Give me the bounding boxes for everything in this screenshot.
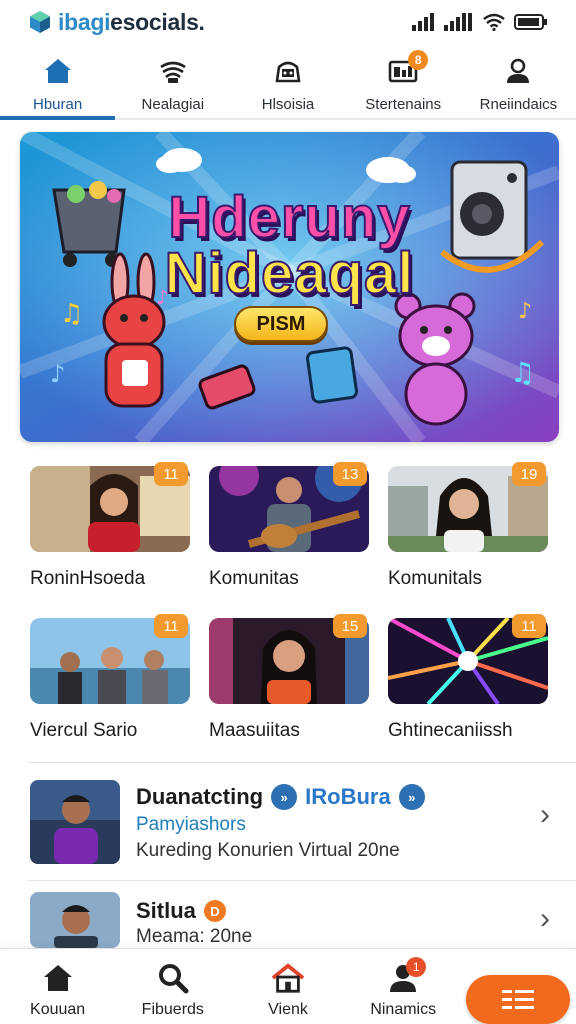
brand: ibagiesocials.: [28, 9, 205, 36]
radio-icon: [158, 56, 188, 86]
list-description: Meama: 20ne: [136, 926, 253, 947]
tab-label: Nealagiai: [141, 96, 205, 113]
status-bar: ibagiesocials.: [0, 0, 576, 44]
promo-banner[interactable]: ♫ ♪ ♫ ♪ ♪ Hderuny Nideaqal PISM: [20, 132, 559, 442]
verified-icon: »: [398, 784, 425, 810]
list-avatar: [30, 892, 120, 948]
nav-search[interactable]: Fibuerds: [115, 949, 230, 1024]
tab-radio[interactable]: Nealagiai: [115, 48, 230, 118]
search-icon: [156, 961, 190, 995]
top-tab-bar: Hburan Nealagiai Hlsoisia 8 Stertenains …: [0, 48, 576, 120]
list-title: Sitlua: [136, 898, 196, 923]
signal-icon: [444, 13, 472, 31]
tab-video[interactable]: 8 Stertenains: [346, 48, 461, 118]
menu-button[interactable]: [466, 975, 571, 1024]
grid-card[interactable]: 13 Komunitas: [209, 462, 369, 590]
banner-play-button[interactable]: PISM: [234, 306, 328, 342]
verified-icon: »: [271, 784, 298, 810]
nav-label: Fibuerds: [141, 1001, 204, 1018]
nav-home[interactable]: Kouuan: [0, 949, 115, 1024]
list-item[interactable]: Sitlua D Meama: 20ne ›: [0, 892, 576, 948]
card-label: Viercul Sario: [30, 720, 138, 741]
tab-games[interactable]: Hlsoisia: [230, 48, 345, 118]
tab-badge: 8: [408, 50, 429, 70]
card-label: RoninHsoeda: [30, 568, 146, 589]
banner-title-line2: Nideaqal: [164, 240, 415, 307]
nav-house[interactable]: Vienk: [230, 949, 345, 1024]
home-icon: [43, 56, 73, 86]
tab-home[interactable]: Hburan: [0, 48, 116, 120]
nav-label: Vienk: [268, 1001, 308, 1018]
divider: [28, 762, 576, 763]
list-avatar: [30, 780, 120, 864]
card-label: Maasuiitas: [209, 720, 300, 741]
tab-label: Rneiindaics: [479, 96, 558, 113]
menu-icon: [502, 989, 535, 1009]
notification-badge: 1: [406, 957, 427, 977]
card-label: Komunitas: [209, 568, 299, 589]
home-icon: [41, 961, 75, 995]
battery-icon: [514, 14, 547, 30]
grid-card[interactable]: 19 Komunitals: [388, 462, 548, 590]
list-subtitle: Pamyiashors: [136, 814, 246, 835]
video-icon: 8: [388, 50, 429, 86]
profile-icon: 1: [386, 957, 427, 995]
tab-label: Stertenains: [365, 96, 442, 113]
grid-card[interactable]: 11 Ghtinecaniissh: [388, 614, 548, 742]
status-icons: [412, 13, 548, 31]
count-badge: 13: [333, 462, 367, 486]
wifi-icon: [483, 13, 505, 31]
list-title: Duanatcting: [136, 784, 264, 809]
svg-text:♪: ♪: [50, 360, 65, 388]
person-icon: [503, 56, 533, 86]
grid-card[interactable]: 11 RoninHsoeda: [30, 462, 190, 590]
divider: [28, 880, 576, 881]
bottom-nav: Kouuan Fibuerds Vienk 1 Ninamics: [0, 948, 576, 1024]
list-title-row: Duanatcting » IRoBura »: [136, 784, 425, 810]
signal-icon: [412, 13, 434, 31]
tab-profile[interactable]: Rneiindaics: [461, 48, 576, 118]
list-tag: IRoBura: [305, 784, 391, 809]
nav-label: Ninamics: [370, 1001, 437, 1018]
count-badge: 15: [333, 614, 367, 638]
house-icon: [271, 961, 305, 995]
grid-card[interactable]: 15 Maasuiitas: [209, 614, 369, 742]
list-description: Kureding Konurien Virtual 20ne: [136, 840, 400, 861]
brand-logo-icon: [30, 11, 50, 33]
svg-text:♫: ♫: [510, 356, 535, 389]
grid-card[interactable]: 11 Viercul Sario: [30, 614, 190, 742]
list-item[interactable]: Duanatcting » IRoBura » Pamyiashors Kure…: [0, 780, 576, 870]
brand-name: ibagiesocials.: [58, 8, 205, 35]
nav-profile[interactable]: 1 Ninamics: [346, 949, 461, 1024]
list-title-row: Sitlua D: [136, 898, 226, 924]
chevron-right-icon: ›: [540, 798, 550, 831]
count-badge: 11: [154, 614, 188, 638]
tab-label: Hlsoisia: [261, 96, 315, 113]
chevron-right-icon: ›: [540, 902, 550, 935]
count-badge: 11: [512, 614, 546, 638]
gamepad-icon: [273, 56, 303, 86]
nav-label: Kouuan: [30, 1001, 86, 1018]
count-badge: 19: [512, 462, 546, 486]
card-label: Ghtinecaniissh: [388, 720, 513, 741]
tab-label: Hburan: [33, 96, 83, 113]
list-badge: D: [203, 900, 226, 922]
nav-menu[interactable]: [461, 949, 576, 1024]
count-badge: 11: [154, 462, 188, 486]
card-label: Komunitals: [388, 568, 482, 589]
